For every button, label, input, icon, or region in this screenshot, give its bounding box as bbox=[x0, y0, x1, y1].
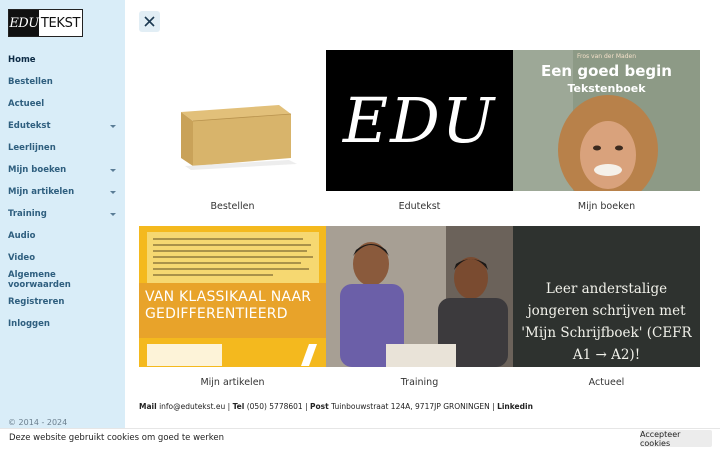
tile-mijn-artikelen[interactable]: VAN KLASSIKAAL NAAR GEDIFFERENTIEERD Mij… bbox=[139, 226, 326, 391]
nav-item-label: Algemene voorwaarden bbox=[8, 270, 71, 290]
nav-item-video[interactable]: Video bbox=[0, 247, 125, 269]
tile-caption: Actueel bbox=[588, 377, 625, 388]
nav-item-label: Inloggen bbox=[8, 319, 50, 329]
tel-label: Tel bbox=[232, 402, 245, 411]
tile-caption: Mijn artikelen bbox=[200, 377, 265, 388]
logo-tekst: TEKST bbox=[40, 15, 81, 31]
nav-item-label: Edutekst bbox=[8, 121, 51, 131]
tile-image: EDU bbox=[326, 50, 513, 191]
tile-caption: Mijn boeken bbox=[577, 201, 636, 212]
tile-caption: Bestellen bbox=[210, 201, 255, 212]
text-line bbox=[153, 274, 273, 276]
nav-item-audio[interactable]: Audio bbox=[0, 225, 125, 247]
tile-image bbox=[139, 50, 326, 191]
nav-item-label: Registreren bbox=[8, 297, 65, 307]
copyright: © 2014 - 2024 bbox=[8, 418, 68, 427]
tel-link[interactable]: (050) 5778601 bbox=[247, 402, 303, 411]
text-line bbox=[153, 256, 313, 258]
tile-bestellen[interactable]: Bestellen bbox=[139, 50, 326, 215]
text-line bbox=[153, 244, 311, 246]
chevron-down-icon[interactable] bbox=[110, 168, 116, 172]
sidebar: EDU TEKST Home Bestellen Actueel Eduteks… bbox=[0, 0, 125, 428]
tile-training[interactable]: Training bbox=[326, 226, 513, 391]
chevron-down-icon[interactable] bbox=[110, 212, 116, 216]
nav-item-label: Training bbox=[8, 209, 47, 219]
nav-item-training[interactable]: Training bbox=[0, 203, 125, 225]
nav-item-label: Bestellen bbox=[8, 77, 53, 87]
nav-item-leerlijnen[interactable]: Leerlijnen bbox=[0, 137, 125, 159]
book-subtitle: Tekstenboek bbox=[567, 82, 646, 95]
nav-item-bestellen[interactable]: Bestellen bbox=[0, 71, 125, 93]
chalkboard-text: Leer anderstalige jongeren schrijven met… bbox=[521, 281, 692, 363]
mail-label: Mail bbox=[139, 402, 157, 411]
nav-item-registreren[interactable]: Registreren bbox=[0, 291, 125, 313]
nav-item-home[interactable]: Home bbox=[0, 49, 125, 71]
nav-item-inloggen[interactable]: Inloggen bbox=[0, 313, 125, 335]
tile-image: Fros van der Maden Een goed begin Tekste… bbox=[513, 50, 700, 191]
article-decoration bbox=[300, 344, 318, 366]
logo-edu: EDU bbox=[9, 10, 39, 36]
cookie-banner: Deze website gebruikt cookies om goed te… bbox=[0, 428, 720, 450]
accept-cookies-button[interactable]: Accepteer cookies bbox=[640, 430, 712, 448]
tile-edutekst[interactable]: EDU Edutekst bbox=[326, 50, 513, 215]
cardboard-box-image bbox=[181, 105, 297, 170]
post-address: Tuinbouwstraat 124A, 9717JP GRONINGEN bbox=[331, 402, 490, 411]
training-photo bbox=[326, 226, 513, 367]
tile-caption: Training bbox=[400, 377, 439, 388]
edu-logo-text: EDU bbox=[342, 84, 497, 157]
close-icon bbox=[144, 16, 155, 27]
book-author: Fros van der Maden bbox=[576, 53, 637, 60]
nav-item-label: Audio bbox=[8, 231, 36, 241]
nav-item-mijn-artikelen[interactable]: Mijn artikelen bbox=[0, 181, 125, 203]
article-title: VAN KLASSIKAAL NAAR GEDIFFERENTIEERD bbox=[145, 289, 312, 322]
linkedin-link[interactable]: Linkedin bbox=[497, 402, 533, 411]
nav-item-label: Mijn boeken bbox=[8, 165, 67, 175]
chevron-down-icon[interactable] bbox=[110, 124, 116, 128]
book-title: Een goed begin bbox=[541, 62, 672, 80]
tile-image: Leer anderstalige jongeren schrijven met… bbox=[513, 226, 700, 367]
close-button[interactable] bbox=[139, 11, 160, 32]
contact-info: Mail info@edutekst.eu | Tel (050) 577860… bbox=[139, 402, 533, 411]
site-logo[interactable]: EDU TEKST bbox=[8, 9, 83, 37]
text-line bbox=[153, 268, 309, 270]
nav-item-algemene-voorwaarden[interactable]: Algemene voorwaarden bbox=[0, 269, 125, 291]
nav-item-actueel[interactable]: Actueel bbox=[0, 93, 125, 115]
text-line bbox=[153, 250, 307, 252]
post-label: Post bbox=[310, 402, 329, 411]
chevron-down-icon[interactable] bbox=[110, 190, 116, 194]
text-line bbox=[153, 262, 301, 264]
nav-item-label: Actueel bbox=[8, 99, 45, 109]
article-text-block bbox=[147, 232, 319, 286]
tile-image: VAN KLASSIKAAL NAAR GEDIFFERENTIEERD bbox=[139, 226, 326, 367]
tile-caption: Edutekst bbox=[398, 201, 441, 212]
nav-item-mijn-boeken[interactable]: Mijn boeken bbox=[0, 159, 125, 181]
main-nav: Home Bestellen Actueel Edutekst Leerlijn… bbox=[0, 49, 125, 335]
mail-link[interactable]: info@edutekst.eu bbox=[159, 402, 225, 411]
nav-item-edutekst[interactable]: Edutekst bbox=[0, 115, 125, 137]
tile-mijn-boeken[interactable]: Fros van der Maden Een goed begin Tekste… bbox=[513, 50, 700, 215]
nav-item-label: Video bbox=[8, 253, 36, 263]
article-note bbox=[147, 344, 222, 366]
tile-actueel[interactable]: Leer anderstalige jongeren schrijven met… bbox=[513, 226, 700, 391]
tile-image bbox=[326, 226, 513, 367]
text-line bbox=[153, 238, 303, 240]
nav-item-label: Mijn artikelen bbox=[8, 187, 75, 197]
nav-item-label: Home bbox=[8, 55, 36, 65]
nav-item-label: Leerlijnen bbox=[8, 143, 56, 153]
cookie-message: Deze website gebruikt cookies om goed te… bbox=[9, 433, 225, 443]
